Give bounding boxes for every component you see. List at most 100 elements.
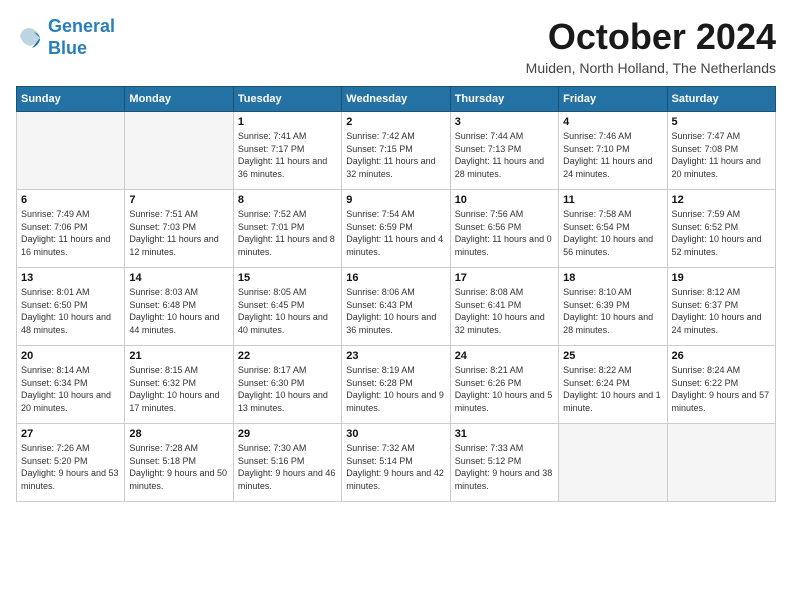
day-number: 13 <box>21 272 120 284</box>
day-number: 26 <box>672 350 771 362</box>
day-info: Sunrise: 8:22 AM Sunset: 6:24 PM Dayligh… <box>563 364 662 414</box>
calendar-cell: 9Sunrise: 7:54 AM Sunset: 6:59 PM Daylig… <box>342 190 450 268</box>
day-number: 31 <box>455 428 554 440</box>
day-number: 18 <box>563 272 662 284</box>
calendar-cell: 14 Sunrise: 8:03 AM Sunset: 6:48 PM Dayli… <box>125 268 233 346</box>
calendar-cell: 31Sunrise: 7:33 AM Sunset: 5:12 PM Dayli… <box>450 424 558 502</box>
day-number: 29 <box>238 428 337 440</box>
day-info: Sunrise: 7:41 AM Sunset: 7:17 PM Dayligh… <box>238 130 337 180</box>
day-number: 6 <box>21 194 120 206</box>
calendar-cell: 20 Sunrise: 8:14 AM Sunset: 6:34 PM Dayli… <box>17 346 125 424</box>
calendar-cell: 22Sunrise: 8:17 AM Sunset: 6:30 PM Dayli… <box>233 346 341 424</box>
calendar-cell: 19 Sunrise: 8:12 AM Sunset: 6:37 PM Dayli… <box>667 268 775 346</box>
calendar-cell: 27Sunrise: 7:26 AM Sunset: 5:20 PM Dayli… <box>17 424 125 502</box>
day-number: 14 <box>129 272 228 284</box>
day-info: Sunrise: 8:08 AM Sunset: 6:41 PM Dayligh… <box>455 286 554 336</box>
calendar-cell: 5 Sunrise: 7:47 AM Sunset: 7:08 PM Daylig… <box>667 112 775 190</box>
day-info: Sunrise: 8:05 AM Sunset: 6:45 PM Dayligh… <box>238 286 337 336</box>
day-number: 16 <box>346 272 445 284</box>
calendar-cell: 28 Sunrise: 7:28 AM Sunset: 5:18 PM Dayli… <box>125 424 233 502</box>
calendar-cell: 16 Sunrise: 8:06 AM Sunset: 6:43 PM Dayli… <box>342 268 450 346</box>
calendar-cell <box>667 424 775 502</box>
day-info: Sunrise: 7:54 AM Sunset: 6:59 PM Dayligh… <box>346 208 445 258</box>
calendar-cell: 18 Sunrise: 8:10 AM Sunset: 6:39 PM Dayli… <box>559 268 667 346</box>
day-number: 22 <box>238 350 337 362</box>
weekday-header-thursday: Thursday <box>450 87 558 112</box>
day-info: Sunrise: 8:06 AM Sunset: 6:43 PM Dayligh… <box>346 286 445 336</box>
day-info: Sunrise: 8:14 AM Sunset: 6:34 PM Dayligh… <box>21 364 120 414</box>
day-info: Sunrise: 7:46 AM Sunset: 7:10 PM Dayligh… <box>563 130 662 180</box>
weekday-header-wednesday: Wednesday <box>342 87 450 112</box>
day-info: Sunrise: 8:12 AM Sunset: 6:37 PM Dayligh… <box>672 286 771 336</box>
day-info: Sunrise: 8:24 AM Sunset: 6:22 PM Dayligh… <box>672 364 771 414</box>
day-info: Sunrise: 7:59 AM Sunset: 6:52 PM Dayligh… <box>672 208 771 258</box>
title-area: October 2024 Muiden, North Holland, The … <box>526 16 776 76</box>
calendar-cell <box>559 424 667 502</box>
calendar-body: 1 Sunrise: 7:41 AM Sunset: 7:17 PM Daylig… <box>17 112 776 502</box>
day-info: Sunrise: 8:03 AM Sunset: 6:48 PM Dayligh… <box>129 286 228 336</box>
calendar-cell: 12 Sunrise: 7:59 AM Sunset: 6:52 PM Dayli… <box>667 190 775 268</box>
calendar-cell: 26 Sunrise: 8:24 AM Sunset: 6:22 PM Dayli… <box>667 346 775 424</box>
weekday-header-saturday: Saturday <box>667 87 775 112</box>
day-info: Sunrise: 7:58 AM Sunset: 6:54 PM Dayligh… <box>563 208 662 258</box>
day-number: 19 <box>672 272 771 284</box>
day-info: Sunrise: 8:01 AM Sunset: 6:50 PM Dayligh… <box>21 286 120 336</box>
month-title: October 2024 <box>526 16 776 58</box>
calendar-cell: 21Sunrise: 8:15 AM Sunset: 6:32 PM Dayli… <box>125 346 233 424</box>
day-number: 20 <box>21 350 120 362</box>
calendar-cell: 8 Sunrise: 7:52 AM Sunset: 7:01 PM Daylig… <box>233 190 341 268</box>
logo: General Blue <box>16 16 115 59</box>
day-number: 30 <box>346 428 445 440</box>
day-number: 15 <box>238 272 337 284</box>
calendar-cell: 2 Sunrise: 7:42 AM Sunset: 7:15 PM Daylig… <box>342 112 450 190</box>
calendar-week-2: 6 Sunrise: 7:49 AM Sunset: 7:06 PM Daylig… <box>17 190 776 268</box>
day-info: Sunrise: 7:32 AM Sunset: 5:14 PM Dayligh… <box>346 442 445 492</box>
day-info: Sunrise: 7:30 AM Sunset: 5:16 PM Dayligh… <box>238 442 337 492</box>
day-number: 24 <box>455 350 554 362</box>
day-number: 5 <box>672 116 771 128</box>
day-number: 10 <box>455 194 554 206</box>
day-info: Sunrise: 7:42 AM Sunset: 7:15 PM Dayligh… <box>346 130 445 180</box>
calendar-cell: 15 Sunrise: 8:05 AM Sunset: 6:45 PM Dayli… <box>233 268 341 346</box>
location-subtitle: Muiden, North Holland, The Netherlands <box>526 60 776 76</box>
day-number: 2 <box>346 116 445 128</box>
day-number: 1 <box>238 116 337 128</box>
day-info: Sunrise: 8:10 AM Sunset: 6:39 PM Dayligh… <box>563 286 662 336</box>
day-info: Sunrise: 7:26 AM Sunset: 5:20 PM Dayligh… <box>21 442 120 492</box>
calendar-cell: 1 Sunrise: 7:41 AM Sunset: 7:17 PM Daylig… <box>233 112 341 190</box>
calendar-cell: 25Sunrise: 8:22 AM Sunset: 6:24 PM Dayli… <box>559 346 667 424</box>
day-number: 3 <box>455 116 554 128</box>
calendar-cell: 11Sunrise: 7:58 AM Sunset: 6:54 PM Dayli… <box>559 190 667 268</box>
weekday-header-sunday: Sunday <box>17 87 125 112</box>
day-number: 4 <box>563 116 662 128</box>
calendar-cell <box>125 112 233 190</box>
calendar-cell: 17 Sunrise: 8:08 AM Sunset: 6:41 PM Dayli… <box>450 268 558 346</box>
calendar-cell: 6 Sunrise: 7:49 AM Sunset: 7:06 PM Daylig… <box>17 190 125 268</box>
day-info: Sunrise: 8:19 AM Sunset: 6:28 PM Dayligh… <box>346 364 445 414</box>
day-info: Sunrise: 7:52 AM Sunset: 7:01 PM Dayligh… <box>238 208 337 258</box>
day-number: 21 <box>129 350 228 362</box>
calendar-cell: 10Sunrise: 7:56 AM Sunset: 6:56 PM Dayli… <box>450 190 558 268</box>
page-header: General Blue October 2024 Muiden, North … <box>16 16 776 76</box>
calendar-cell: 29 Sunrise: 7:30 AM Sunset: 5:16 PM Dayli… <box>233 424 341 502</box>
calendar-week-5: 27Sunrise: 7:26 AM Sunset: 5:20 PM Dayli… <box>17 424 776 502</box>
calendar-cell: 30 Sunrise: 7:32 AM Sunset: 5:14 PM Dayli… <box>342 424 450 502</box>
day-info: Sunrise: 7:49 AM Sunset: 7:06 PM Dayligh… <box>21 208 120 258</box>
calendar-cell: 3Sunrise: 7:44 AM Sunset: 7:13 PM Daylig… <box>450 112 558 190</box>
calendar-cell: 24Sunrise: 8:21 AM Sunset: 6:26 PM Dayli… <box>450 346 558 424</box>
day-info: Sunrise: 7:51 AM Sunset: 7:03 PM Dayligh… <box>129 208 228 258</box>
calendar-cell: 4 Sunrise: 7:46 AM Sunset: 7:10 PM Daylig… <box>559 112 667 190</box>
weekday-header-monday: Monday <box>125 87 233 112</box>
day-number: 23 <box>346 350 445 362</box>
day-number: 7 <box>129 194 228 206</box>
day-number: 17 <box>455 272 554 284</box>
day-info: Sunrise: 7:47 AM Sunset: 7:08 PM Dayligh… <box>672 130 771 180</box>
day-info: Sunrise: 7:28 AM Sunset: 5:18 PM Dayligh… <box>129 442 228 492</box>
day-number: 8 <box>238 194 337 206</box>
calendar-table: SundayMondayTuesdayWednesdayThursdayFrid… <box>16 86 776 502</box>
day-number: 12 <box>672 194 771 206</box>
weekday-header-tuesday: Tuesday <box>233 87 341 112</box>
day-number: 28 <box>129 428 228 440</box>
calendar-week-1: 1 Sunrise: 7:41 AM Sunset: 7:17 PM Daylig… <box>17 112 776 190</box>
calendar-cell: 7 Sunrise: 7:51 AM Sunset: 7:03 PM Daylig… <box>125 190 233 268</box>
